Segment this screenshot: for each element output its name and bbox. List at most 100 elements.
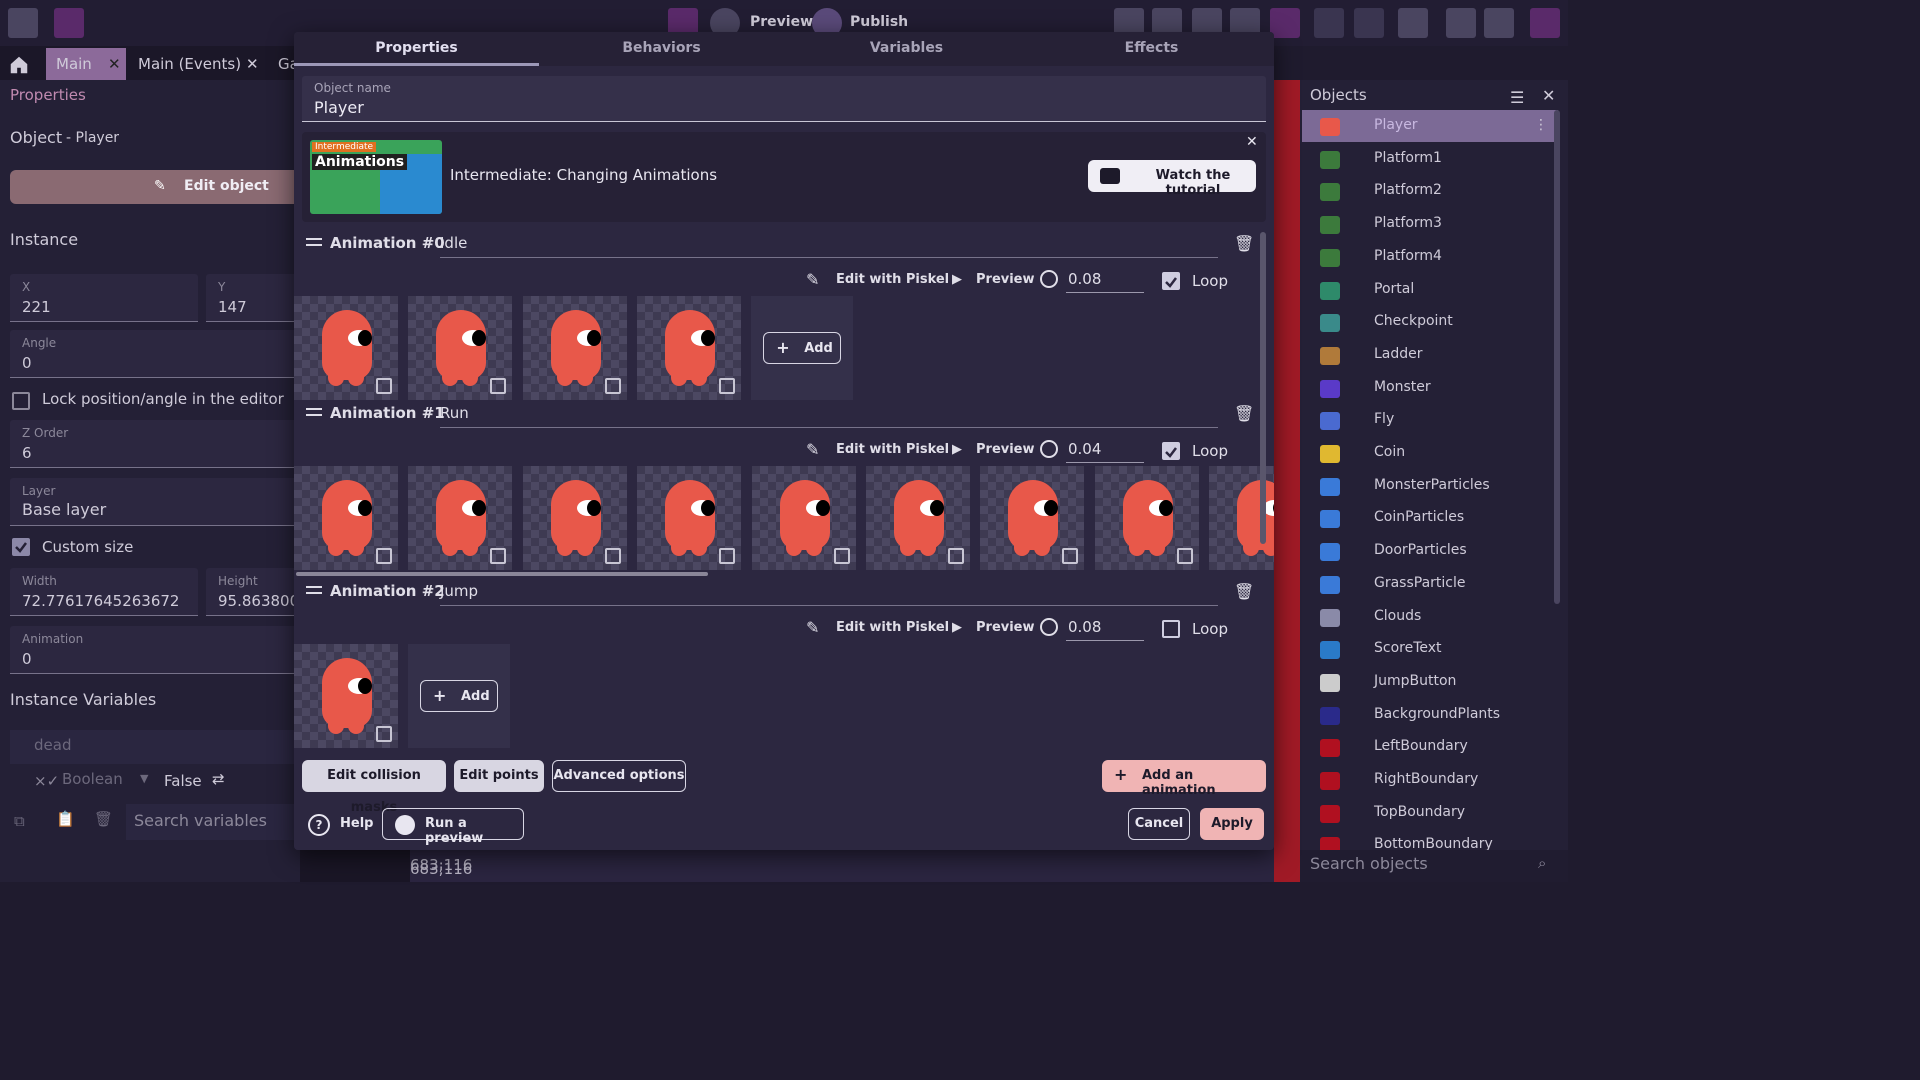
animation-frame[interactable] bbox=[1094, 466, 1199, 570]
object-list-item[interactable]: BackgroundPlants bbox=[1302, 699, 1558, 731]
object-list-item[interactable]: Checkpoint bbox=[1302, 306, 1558, 338]
custom-size-checkbox[interactable] bbox=[12, 538, 30, 556]
object-list-item[interactable]: Platform2 bbox=[1302, 175, 1558, 207]
zoom-icon[interactable] bbox=[1484, 8, 1514, 38]
tab-effects[interactable]: Effects bbox=[1029, 40, 1274, 56]
layer-select[interactable]: Layer Base layer bbox=[10, 478, 300, 526]
setup-grid-icon[interactable] bbox=[1530, 8, 1560, 38]
animation-frame[interactable] bbox=[408, 296, 513, 400]
object-list-item[interactable]: CoinParticles bbox=[1302, 502, 1558, 534]
object-list-item[interactable]: Clouds bbox=[1302, 601, 1558, 633]
drag-handle-icon[interactable] bbox=[306, 586, 322, 594]
cancel-button[interactable]: Cancel bbox=[1128, 808, 1190, 840]
advanced-options-button[interactable]: Advanced options bbox=[552, 760, 686, 792]
add-frame-button[interactable]: + Add bbox=[420, 680, 498, 712]
animation-frame[interactable] bbox=[637, 296, 742, 400]
publish-label[interactable]: Publish bbox=[850, 14, 908, 30]
animation-preview-button[interactable]: Preview bbox=[976, 620, 1035, 635]
object-list-item[interactable]: DoorParticles bbox=[1302, 535, 1558, 567]
animation-frame[interactable] bbox=[637, 466, 742, 570]
more-options-icon[interactable]: ⋮ bbox=[1534, 117, 1548, 133]
loop-checkbox[interactable] bbox=[1162, 442, 1180, 460]
width-field[interactable]: Width 72.77617645263672 bbox=[10, 568, 198, 616]
object-list-item[interactable]: TopBoundary bbox=[1302, 797, 1558, 829]
project-manager-icon[interactable] bbox=[8, 8, 38, 38]
add-animation-button[interactable]: + Add an animation bbox=[1102, 760, 1266, 798]
animation-name-input[interactable]: Jump bbox=[440, 582, 478, 600]
animation-field[interactable]: Animation 0 bbox=[10, 626, 300, 674]
trash-icon[interactable]: 🗑 bbox=[1234, 404, 1254, 423]
help-icon[interactable]: ? bbox=[308, 814, 330, 836]
variable-value[interactable]: False bbox=[164, 772, 202, 790]
redo-icon[interactable] bbox=[1354, 8, 1384, 38]
object-list-item[interactable]: Coin bbox=[1302, 437, 1558, 469]
lock-checkbox[interactable] bbox=[12, 392, 30, 410]
animation-speed-input[interactable]: 0.08 bbox=[1068, 270, 1101, 288]
apply-button[interactable]: Apply bbox=[1200, 808, 1264, 840]
trash-icon[interactable]: 🗑 bbox=[1234, 582, 1254, 601]
edit-with-piskel-button[interactable]: Edit with Piskel bbox=[836, 442, 949, 457]
object-list-item[interactable]: GrassParticle bbox=[1302, 568, 1558, 600]
object-list-item[interactable]: Monster bbox=[1302, 372, 1558, 404]
undo-icon[interactable] bbox=[1314, 8, 1344, 38]
home-icon[interactable] bbox=[8, 48, 38, 80]
edit-with-piskel-button[interactable]: Edit with Piskel bbox=[836, 272, 949, 287]
trash-icon[interactable]: 🗑 bbox=[1234, 234, 1254, 253]
trash-icon[interactable]: 🗑 bbox=[94, 810, 113, 828]
edit-with-piskel-button[interactable]: Edit with Piskel bbox=[836, 620, 949, 635]
object-list-item[interactable]: LeftBoundary bbox=[1302, 731, 1558, 763]
animation-frame[interactable] bbox=[294, 466, 398, 570]
animation-name-input[interactable]: Run bbox=[440, 404, 469, 422]
animation-speed-input[interactable]: 0.08 bbox=[1068, 618, 1101, 636]
variable-name-field[interactable]: dead bbox=[10, 730, 300, 764]
tab-properties[interactable]: Properties bbox=[294, 40, 539, 56]
animation-frame[interactable] bbox=[294, 296, 398, 400]
loop-checkbox[interactable] bbox=[1162, 272, 1180, 290]
animation-frame[interactable] bbox=[751, 466, 856, 570]
filter-icon[interactable]: ☰ bbox=[1510, 88, 1524, 107]
object-list-item[interactable]: MonsterParticles bbox=[1302, 470, 1558, 502]
object-list-item[interactable]: Platform1 bbox=[1302, 143, 1558, 175]
tab-main[interactable]: Main ✕ bbox=[46, 48, 126, 80]
angle-field[interactable]: Angle 0 bbox=[10, 330, 300, 378]
layers-icon[interactable] bbox=[1270, 8, 1300, 38]
edit-object-button[interactable]: ✎ Edit object bbox=[10, 170, 300, 204]
help-button[interactable]: Help bbox=[340, 816, 373, 831]
animation-frame[interactable] bbox=[408, 466, 513, 570]
animation-frame[interactable] bbox=[294, 644, 398, 748]
copy-icon[interactable]: ⧉ bbox=[14, 812, 25, 830]
tab-variables[interactable]: Variables bbox=[784, 40, 1029, 56]
frames-scrollbar[interactable] bbox=[296, 572, 708, 576]
animation-frame[interactable] bbox=[980, 466, 1085, 570]
run-preview-button[interactable]: Run a preview bbox=[382, 808, 524, 846]
animations-scrollbar[interactable] bbox=[1260, 232, 1266, 544]
object-name-field[interactable]: Object name Player bbox=[302, 76, 1266, 122]
grid-icon[interactable] bbox=[1446, 8, 1476, 38]
animation-name-input[interactable]: Idle bbox=[440, 234, 467, 252]
animation-frame[interactable] bbox=[866, 466, 970, 570]
object-list-item[interactable]: RightBoundary bbox=[1302, 764, 1558, 796]
watch-tutorial-button[interactable]: Watch the tutorial bbox=[1088, 160, 1256, 198]
variable-type-select[interactable]: Boolean bbox=[62, 770, 123, 788]
tab-behaviors[interactable]: Behaviors bbox=[539, 40, 784, 56]
drag-handle-icon[interactable] bbox=[306, 408, 322, 416]
scrollbar[interactable] bbox=[1554, 110, 1560, 604]
object-list-item[interactable]: Platform4 bbox=[1302, 241, 1558, 273]
drag-handle-icon[interactable] bbox=[306, 238, 322, 246]
object-list-item[interactable]: Ladder bbox=[1302, 339, 1558, 371]
object-list-item[interactable]: Platform3 bbox=[1302, 208, 1558, 240]
add-frame-button[interactable]: + Add bbox=[763, 332, 842, 364]
z-order-field[interactable]: Z Order 6 bbox=[10, 420, 300, 468]
edit-points-button[interactable]: Edit points bbox=[454, 760, 544, 792]
loop-checkbox[interactable] bbox=[1162, 620, 1180, 638]
animation-preview-button[interactable]: Preview bbox=[976, 272, 1035, 287]
animation-preview-button[interactable]: Preview bbox=[976, 442, 1035, 457]
close-icon[interactable]: ✕ bbox=[1246, 134, 1258, 150]
height-field[interactable]: Height 95.8638000 bbox=[206, 568, 300, 616]
close-icon[interactable]: ✕ bbox=[246, 48, 259, 80]
debugger-icon[interactable] bbox=[54, 8, 84, 38]
object-list-item[interactable]: ScoreText bbox=[1302, 633, 1558, 665]
paste-icon[interactable]: 📋 bbox=[56, 810, 75, 828]
animation-frame[interactable] bbox=[522, 296, 627, 400]
close-icon[interactable]: ✕ bbox=[108, 48, 121, 80]
